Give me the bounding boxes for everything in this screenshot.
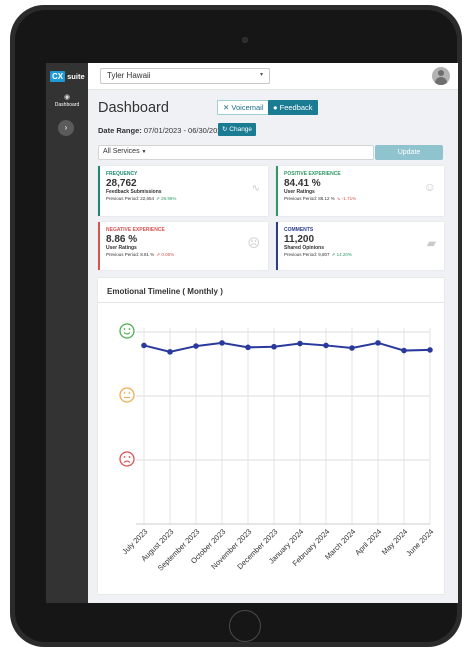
user-select[interactable]: Tyler Hawaii ▾ xyxy=(100,68,270,84)
pulse-icon: ∿ xyxy=(251,183,260,194)
chart-title: Emotional Timeline ( Monthly ) xyxy=(107,287,223,296)
data-point xyxy=(401,347,407,354)
comments-icon: ● xyxy=(273,103,278,112)
card-change-value: 0.05% xyxy=(161,252,175,257)
data-point xyxy=(141,342,147,349)
x-tick-label: April 2024 xyxy=(353,527,383,557)
data-point xyxy=(245,344,251,351)
frown-icon: ☹ xyxy=(247,236,260,250)
services-value: All Services xyxy=(103,148,140,155)
card-previous: Previous Period: 8.81 % ⇗ 0.05% xyxy=(106,252,262,258)
page-title: Dashboard xyxy=(98,100,169,116)
smile-icon: ☺ xyxy=(423,180,436,194)
card-subtitle: Feedback Submissions xyxy=(106,189,162,195)
series-line xyxy=(143,341,431,353)
app-logo[interactable]: CX suite xyxy=(50,71,85,82)
card-change: ⇘ -1.71% xyxy=(336,196,357,201)
card-subtitle: Shared Opinions xyxy=(284,245,325,251)
phone-slash-icon: ✕ xyxy=(223,103,230,112)
x-tick-label: June 2024 xyxy=(404,527,435,558)
emotional-timeline-panel: Emotional Timeline ( Monthly ) July 2023… xyxy=(98,278,444,594)
camera-icon xyxy=(242,37,248,43)
card-value: 28,762 xyxy=(106,178,137,189)
frown-icon xyxy=(119,451,135,467)
card-value: 11,200 xyxy=(284,234,315,245)
card-previous: Previous Period: 86.12 % ⇘ -1.71% xyxy=(284,196,438,202)
card-change-value: 14.20% xyxy=(336,252,352,257)
update-button[interactable]: Update xyxy=(375,145,443,160)
card-previous-text: Previous Period: 86.12 % xyxy=(284,196,335,201)
card-change: ⇗ 26.96% xyxy=(156,196,177,201)
sidebar: CX suite ◉ Dashboard › xyxy=(46,63,88,603)
card-positive-experience: POSITIVE EXPERIENCE 84.41 % User Ratings… xyxy=(276,166,444,216)
change-button[interactable]: ↻ Change xyxy=(218,123,257,136)
card-value: 84.41 % xyxy=(284,178,321,189)
user-select-value: Tyler Hawaii xyxy=(107,71,151,80)
screen: CX suite ◉ Dashboard › Tyler Hawaii ▾ Da… xyxy=(46,63,458,603)
card-comments: COMMENTS 11,200 Shared Opinions Previous… xyxy=(276,222,444,270)
services-dropdown[interactable]: All Services ▼ xyxy=(98,145,374,160)
sidebar-item-dashboard[interactable]: ◉ Dashboard xyxy=(46,94,88,108)
sidebar-item-label: Dashboard xyxy=(54,102,80,108)
card-title: POSITIVE EXPERIENCE xyxy=(284,171,341,177)
card-change-value: 26.96% xyxy=(161,196,177,201)
card-frequency: FREQUENCY 28,762 Feedback Submissions Pr… xyxy=(98,166,268,216)
tablet-frame: CX suite ◉ Dashboard › Tyler Hawaii ▾ Da… xyxy=(10,5,462,647)
logo-suite: suite xyxy=(67,72,85,81)
main-content: Dashboard ✕ Voicemail ● Feedback Date Ra… xyxy=(88,90,458,603)
chevron-right-icon[interactable]: › xyxy=(58,120,74,136)
feedback-label: Feedback xyxy=(279,103,313,112)
emotional-timeline-chart: July 2023August 2023September 2023Octobe… xyxy=(119,323,435,573)
comments-icon: ▰ xyxy=(426,236,436,250)
data-point xyxy=(375,340,381,346)
card-title: FREQUENCY xyxy=(106,171,138,177)
avatar-head xyxy=(438,70,444,76)
dashboard-icon: ◉ xyxy=(63,94,71,101)
card-previous: Previous Period: 22,654 ⇗ 26.96% xyxy=(106,196,262,202)
card-value: 8.86 % xyxy=(106,234,138,245)
feedback-button[interactable]: ● Feedback xyxy=(268,100,318,115)
data-point xyxy=(297,340,303,347)
home-button[interactable] xyxy=(229,610,261,642)
refresh-icon: ↻ xyxy=(222,126,228,133)
data-point xyxy=(167,349,173,355)
chevron-down-icon: ▾ xyxy=(259,72,263,78)
topbar: Tyler Hawaii ▾ xyxy=(88,63,458,90)
card-change-value: -1.71% xyxy=(341,196,357,201)
card-subtitle: User Ratings xyxy=(284,189,315,195)
card-previous-text: Previous Period: 9,807 xyxy=(284,252,330,257)
card-subtitle: User Ratings xyxy=(106,245,137,251)
card-previous-text: Previous Period: 22,654 xyxy=(106,196,155,201)
card-change: ⇗ 0.05% xyxy=(156,252,175,257)
change-label: Change xyxy=(229,126,253,133)
date-range-label: Date Range: xyxy=(98,126,142,135)
card-title: NEGATIVE EXPERIENCE xyxy=(106,227,165,233)
card-previous: Previous Period: 9,807 ⇗ 14.20% xyxy=(284,252,438,258)
data-point xyxy=(271,343,277,350)
smile-icon xyxy=(119,323,135,339)
caret-down-icon: ▼ xyxy=(141,149,147,155)
avatar-body xyxy=(435,77,447,85)
data-point xyxy=(219,340,225,346)
card-previous-text: Previous Period: 8.81 % xyxy=(106,252,155,257)
date-range: Date Range: 07/01/2023 - 06/30/2024 xyxy=(98,126,226,135)
date-range-value: 07/01/2023 - 06/30/2024 xyxy=(143,126,226,135)
voicemail-button[interactable]: ✕ Voicemail xyxy=(217,100,270,115)
data-point xyxy=(323,342,329,349)
neutral-face-icon xyxy=(119,387,135,403)
card-negative-experience: NEGATIVE EXPERIENCE 8.86 % User Ratings … xyxy=(98,222,268,270)
data-point xyxy=(349,345,355,351)
voicemail-label: Voicemail xyxy=(231,103,264,112)
avatar[interactable] xyxy=(432,67,450,85)
data-point xyxy=(193,343,199,349)
card-title: COMMENTS xyxy=(284,227,314,233)
card-change: ⇗ 14.20% xyxy=(331,252,352,257)
data-point xyxy=(427,347,433,353)
logo-cx: CX xyxy=(50,71,66,82)
